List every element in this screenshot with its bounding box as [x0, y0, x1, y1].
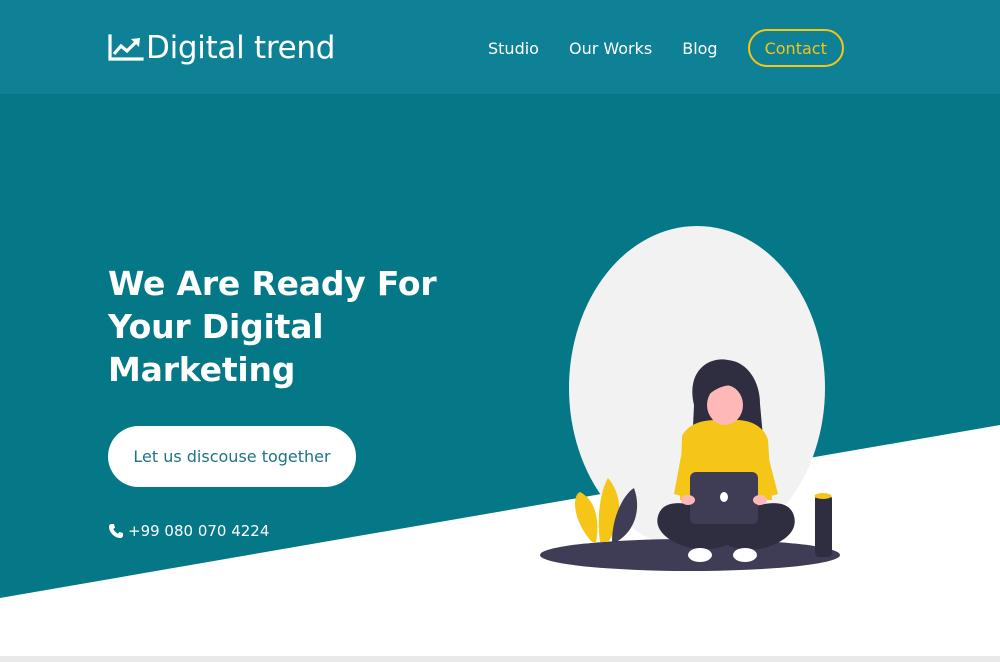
cta-button[interactable]: Let us discouse together: [108, 426, 356, 487]
phone-number: +99 080 070 4224: [128, 522, 270, 540]
main-nav: Studio Our Works Blog Contact: [488, 26, 844, 70]
woman-with-laptop-illustration: [540, 226, 840, 571]
nav-studio[interactable]: Studio: [488, 39, 539, 58]
page: Digital trend Studio Our Works Blog Cont…: [0, 0, 1000, 662]
headline-line-3: Marketing: [108, 350, 296, 389]
nav-blog[interactable]: Blog: [682, 39, 717, 58]
phone-contact[interactable]: +99 080 070 4224: [108, 522, 269, 540]
headline-line-1: We Are Ready For: [108, 264, 437, 303]
nav-our-works[interactable]: Our Works: [569, 39, 652, 58]
headline-line-2: Your Digital: [108, 307, 324, 346]
contact-button[interactable]: Contact: [747, 29, 844, 67]
brand-name: Digital trend: [146, 30, 336, 66]
hero-headline: We Are Ready For Your Digital Marketing: [108, 262, 448, 391]
logo[interactable]: Digital trend: [108, 28, 335, 68]
page-bottom-edge: [0, 656, 1000, 662]
trending-chart-icon: [108, 34, 144, 61]
site-header: Digital trend Studio Our Works Blog Cont…: [0, 0, 1000, 94]
phone-icon: [109, 524, 123, 538]
